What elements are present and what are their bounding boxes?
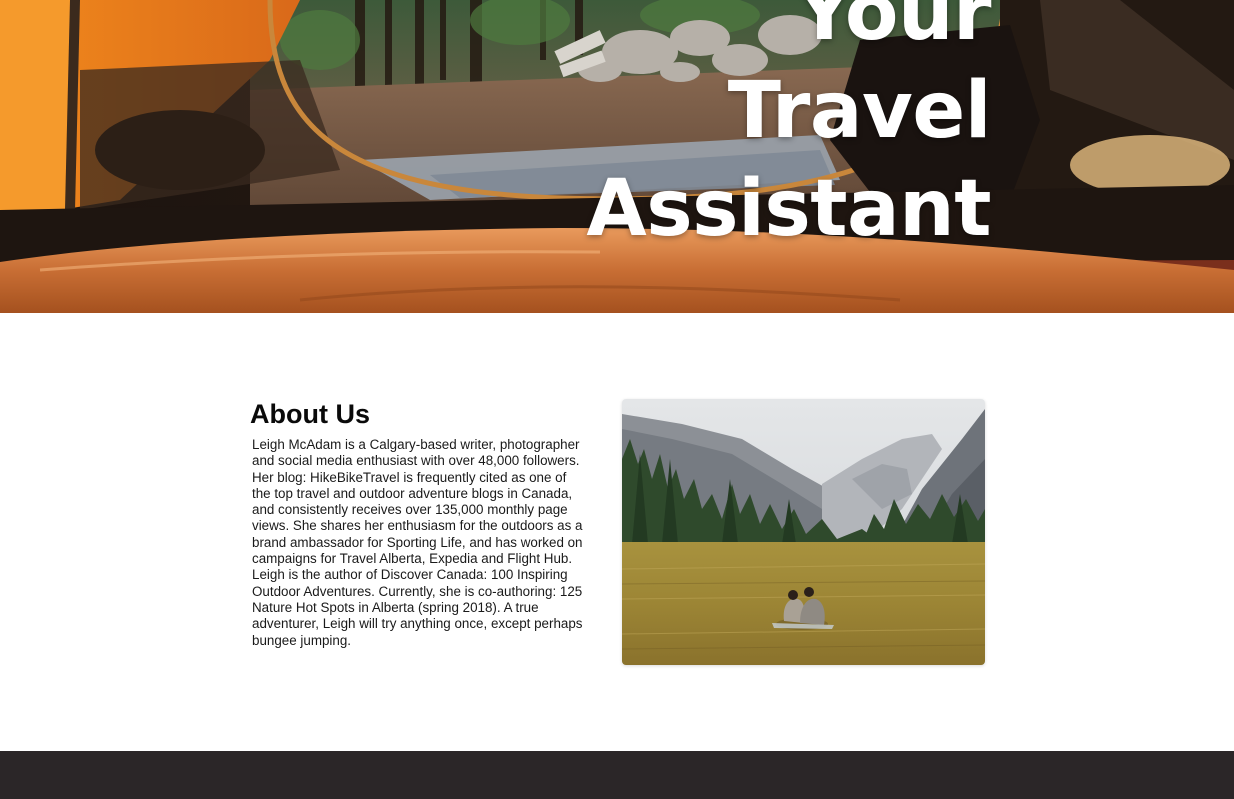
hero-banner: Your Travel Assistant — [0, 0, 1234, 313]
hero-title-line-3: Assistant — [586, 164, 991, 254]
hero-title-line-1: Your — [796, 0, 991, 58]
about-heading: About Us — [250, 399, 370, 429]
about-photo — [622, 399, 985, 665]
meadow-image — [622, 399, 985, 665]
hero-title-line-2: Travel — [727, 66, 992, 156]
about-section: About Us Leigh McAdam is a Calgary-based… — [0, 313, 1234, 751]
footer — [0, 751, 1234, 799]
about-body-text: Leigh McAdam is a Calgary-based writer, … — [252, 437, 583, 648]
hero-title: Your Travel Assistant — [586, 0, 991, 258]
